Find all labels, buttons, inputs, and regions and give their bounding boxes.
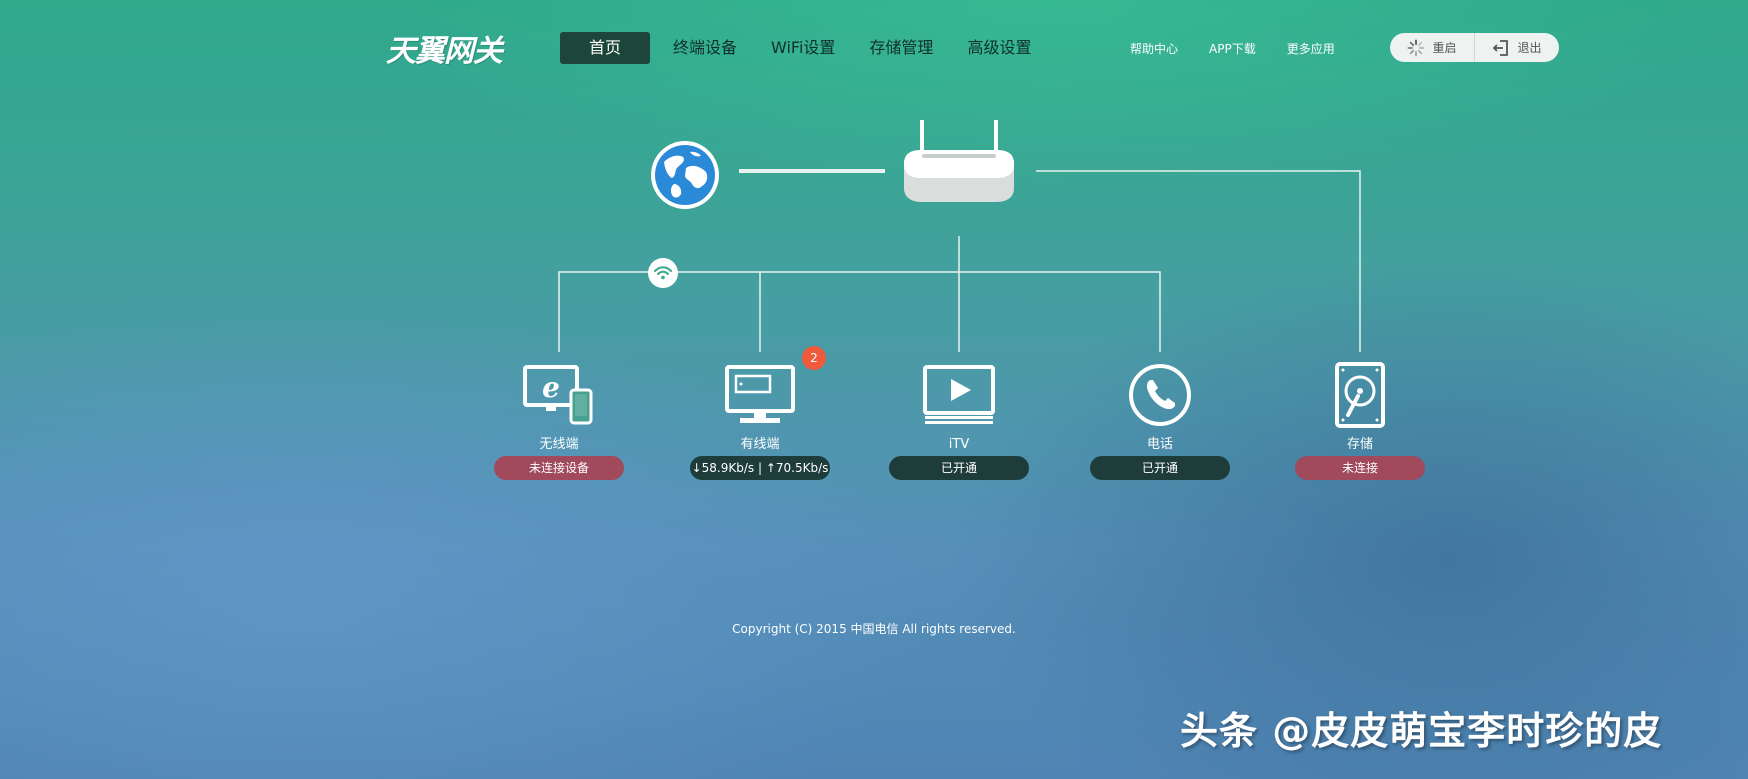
branch-bus-line [558, 271, 1161, 352]
copyright-text: Copyright (C) 2015 中国电信 All rights reser… [732, 622, 1016, 636]
traffic-rate: ↓58.9Kb/s | ↑70.5Kb/s [690, 456, 830, 480]
device-label: 电话 [1146, 437, 1173, 452]
wifi-icon[interactable] [648, 258, 678, 288]
topology-lines [558, 169, 1361, 352]
storage-link-line [1036, 170, 1361, 352]
device-phone[interactable]: 电话 已开通 [1090, 360, 1230, 480]
wireless-devices-icon: e [489, 360, 629, 430]
monitor-icon [690, 360, 830, 430]
status-badge: 已开通 [1090, 456, 1230, 480]
status-badge: 未连接设备 [494, 456, 624, 480]
globe-icon [650, 140, 720, 210]
device-wireless[interactable]: e 无线端 未连接设备 [489, 360, 629, 480]
status-badge: 已开通 [889, 456, 1029, 480]
device-label: 无线端 [539, 437, 579, 452]
device-storage[interactable]: 存储 未连接 [1290, 360, 1430, 480]
device-wired[interactable]: 2 有线端 ↓58.9Kb/s | ↑70.5Kb/s [690, 346, 830, 480]
svg-text:e: e [542, 371, 560, 404]
storage-disk-icon [1290, 360, 1430, 430]
tv-play-icon [889, 360, 1029, 430]
router-icon [902, 118, 1016, 204]
watermark-text: 头条 @皮皮萌宝李时珍的皮 [1180, 709, 1663, 753]
device-label: 有线端 [740, 437, 780, 452]
device-label: iTV [948, 437, 970, 452]
device-itv[interactable]: iTV 已开通 [889, 360, 1029, 480]
connected-count-badge: 2 [802, 346, 826, 370]
status-badge: 未连接 [1295, 456, 1425, 480]
device-label: 存储 [1346, 437, 1373, 452]
phone-icon [1090, 360, 1230, 430]
